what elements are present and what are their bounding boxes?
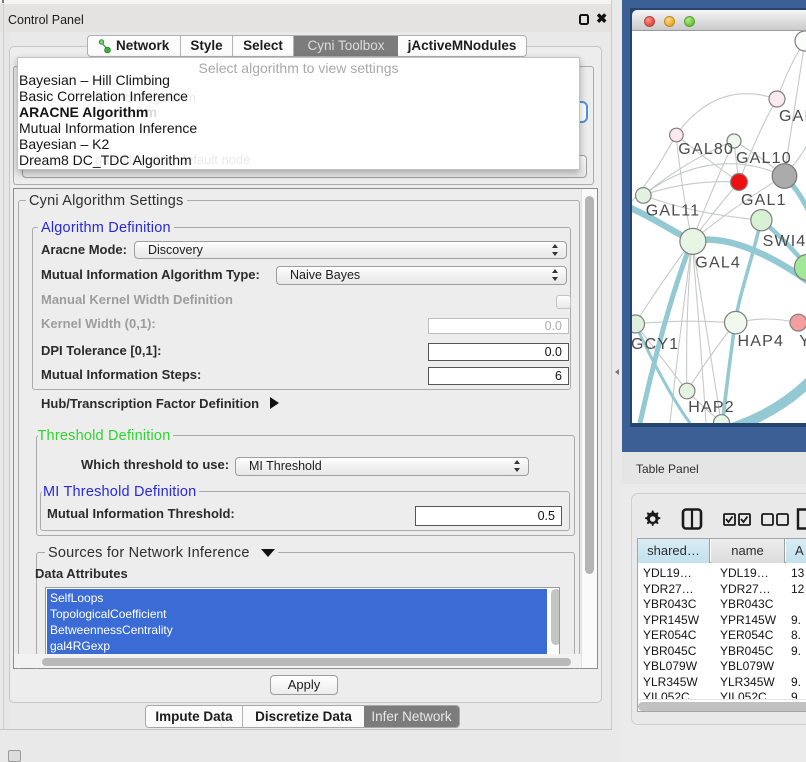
svg-text:GAL7: GAL7 xyxy=(779,108,806,125)
svg-text:GAL1: GAL1 xyxy=(741,192,787,209)
svg-text:GAL11: GAL11 xyxy=(646,202,701,219)
svg-text:GAL10: GAL10 xyxy=(736,150,792,167)
svg-text:GAL4: GAL4 xyxy=(695,254,741,271)
svg-text:HAP4: HAP4 xyxy=(738,333,785,350)
svg-text:YEL0: YEL0 xyxy=(799,333,806,350)
svg-text:GAL80: GAL80 xyxy=(678,141,734,158)
svg-text:SWI4: SWI4 xyxy=(763,233,806,250)
svg-text:HAP2: HAP2 xyxy=(688,399,735,416)
svg-text:GCY1: GCY1 xyxy=(632,336,679,353)
